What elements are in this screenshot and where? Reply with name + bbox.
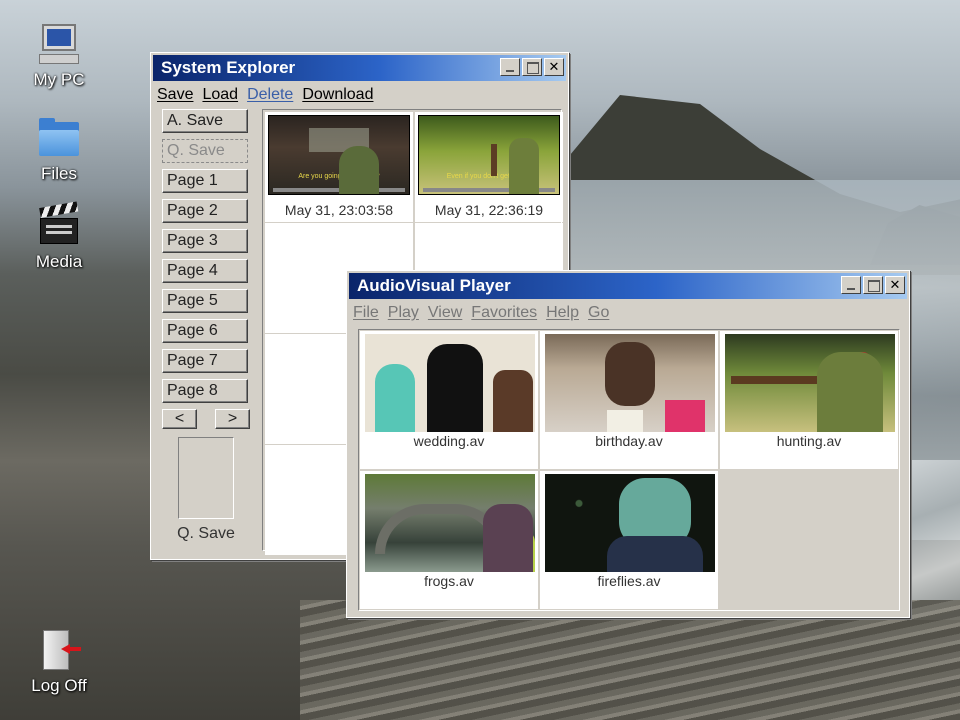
media-item-fireflies[interactable]: fireflies.av xyxy=(540,471,718,609)
media-filename: birthday.av xyxy=(595,433,663,449)
save-thumbnail: Are you going to the lake? xyxy=(268,115,410,195)
media-filename: frogs.av xyxy=(424,573,474,589)
menu-go[interactable]: Go xyxy=(588,304,609,322)
subtitle-text: Even if you don't get it here xyxy=(446,173,532,180)
save-thumbnail: Even if you don't get it here xyxy=(418,115,560,195)
media-filename: wedding.av xyxy=(413,433,485,449)
logoff-icon xyxy=(37,628,81,672)
system-explorer-menubar: Save Load Delete Download xyxy=(151,83,568,107)
av-player-window[interactable]: AudioVisual Player ✕ File Play View Favo… xyxy=(346,270,910,618)
wallpaper-rock-strata xyxy=(300,600,960,720)
menu-favorites[interactable]: Favorites xyxy=(471,304,537,322)
page-6-button[interactable]: Page 6 xyxy=(162,319,248,343)
save-page-buttons: A. Save Q. Save Page 1 Page 2 Page 3 Pag… xyxy=(162,109,250,435)
desktop-icon-label: Media xyxy=(35,252,83,271)
folder-icon xyxy=(37,116,81,160)
av-player-menubar: File Play View Favorites Help Go xyxy=(347,301,909,325)
save-slot[interactable]: Are you going to the lake? May 31, 23:03… xyxy=(265,112,413,222)
system-explorer-titlebar[interactable]: System Explorer ✕ xyxy=(153,55,566,81)
seek-bar xyxy=(423,188,555,192)
menu-delete[interactable]: Delete xyxy=(247,86,293,104)
page-4-button[interactable]: Page 4 xyxy=(162,259,248,283)
quick-save-button[interactable]: Q. Save xyxy=(162,139,248,163)
media-item-birthday[interactable]: birthday.av xyxy=(540,331,718,469)
media-item-frogs[interactable]: frogs.av xyxy=(360,471,538,609)
menu-file[interactable]: File xyxy=(353,304,379,322)
maximize-button[interactable] xyxy=(863,276,883,294)
desktop-icon-log-off[interactable]: Log Off xyxy=(4,628,114,696)
desktop-icon-label: Files xyxy=(41,164,77,183)
window-title: System Explorer xyxy=(161,58,296,77)
media-filename: fireflies.av xyxy=(597,573,661,589)
close-icon: ✕ xyxy=(548,59,560,74)
minimize-button[interactable] xyxy=(500,58,520,76)
save-timestamp: May 31, 22:36:19 xyxy=(434,202,544,218)
close-button[interactable]: ✕ xyxy=(885,276,905,294)
page-7-button[interactable]: Page 7 xyxy=(162,349,248,373)
save-timestamp: May 31, 23:03:58 xyxy=(284,202,394,218)
page-5-button[interactable]: Page 5 xyxy=(162,289,248,313)
media-thumbnail xyxy=(545,474,715,572)
menu-view[interactable]: View xyxy=(428,304,462,322)
window-title: AudioVisual Player xyxy=(357,276,511,295)
menu-help[interactable]: Help xyxy=(546,304,579,322)
page-8-button[interactable]: Page 8 xyxy=(162,379,248,403)
menu-download[interactable]: Download xyxy=(302,86,373,104)
page-2-button[interactable]: Page 2 xyxy=(162,199,248,223)
menu-play[interactable]: Play xyxy=(388,304,419,322)
close-icon: ✕ xyxy=(889,277,901,292)
desktop-icon-my-pc[interactable]: My PC xyxy=(4,22,114,90)
desktop-icon-label: Log Off xyxy=(31,676,87,695)
media-thumbnail xyxy=(545,334,715,432)
save-slot[interactable]: Even if you don't get it here May 31, 22… xyxy=(415,112,563,222)
maximize-button[interactable] xyxy=(522,58,542,76)
clapperboard-icon xyxy=(37,201,81,248)
page-3-button[interactable]: Page 3 xyxy=(162,229,248,253)
auto-save-button[interactable]: A. Save xyxy=(162,109,248,133)
desktop-icon-files[interactable]: Files xyxy=(4,116,114,184)
media-item-wedding[interactable]: wedding.av xyxy=(360,331,538,469)
media-filename: hunting.av xyxy=(776,433,842,449)
subtitle-text: Are you going to the lake? xyxy=(298,173,380,180)
media-item-hunting[interactable]: hunting.av xyxy=(720,331,898,469)
media-thumbnail xyxy=(725,334,895,432)
page-1-button[interactable]: Page 1 xyxy=(162,169,248,193)
close-button[interactable]: ✕ xyxy=(544,58,564,76)
seek-bar xyxy=(273,188,405,192)
media-grid: wedding.av birthday.av hunting.av frogs.… xyxy=(358,329,900,611)
minimize-button[interactable] xyxy=(841,276,861,294)
desktop-icon-label: My PC xyxy=(33,70,85,89)
media-thumbnail xyxy=(365,334,535,432)
av-player-titlebar[interactable]: AudioVisual Player ✕ xyxy=(349,273,907,299)
desktop-icon-media[interactable]: Media xyxy=(4,201,114,272)
quick-save-label: Q. Save xyxy=(177,525,235,542)
next-page-button[interactable]: > xyxy=(215,409,250,429)
menu-load[interactable]: Load xyxy=(202,86,238,104)
quick-save-preview xyxy=(178,437,234,519)
computer-icon xyxy=(37,22,81,66)
menu-save[interactable]: Save xyxy=(157,86,193,104)
media-thumbnail xyxy=(365,474,535,572)
prev-page-button[interactable]: < xyxy=(162,409,197,429)
